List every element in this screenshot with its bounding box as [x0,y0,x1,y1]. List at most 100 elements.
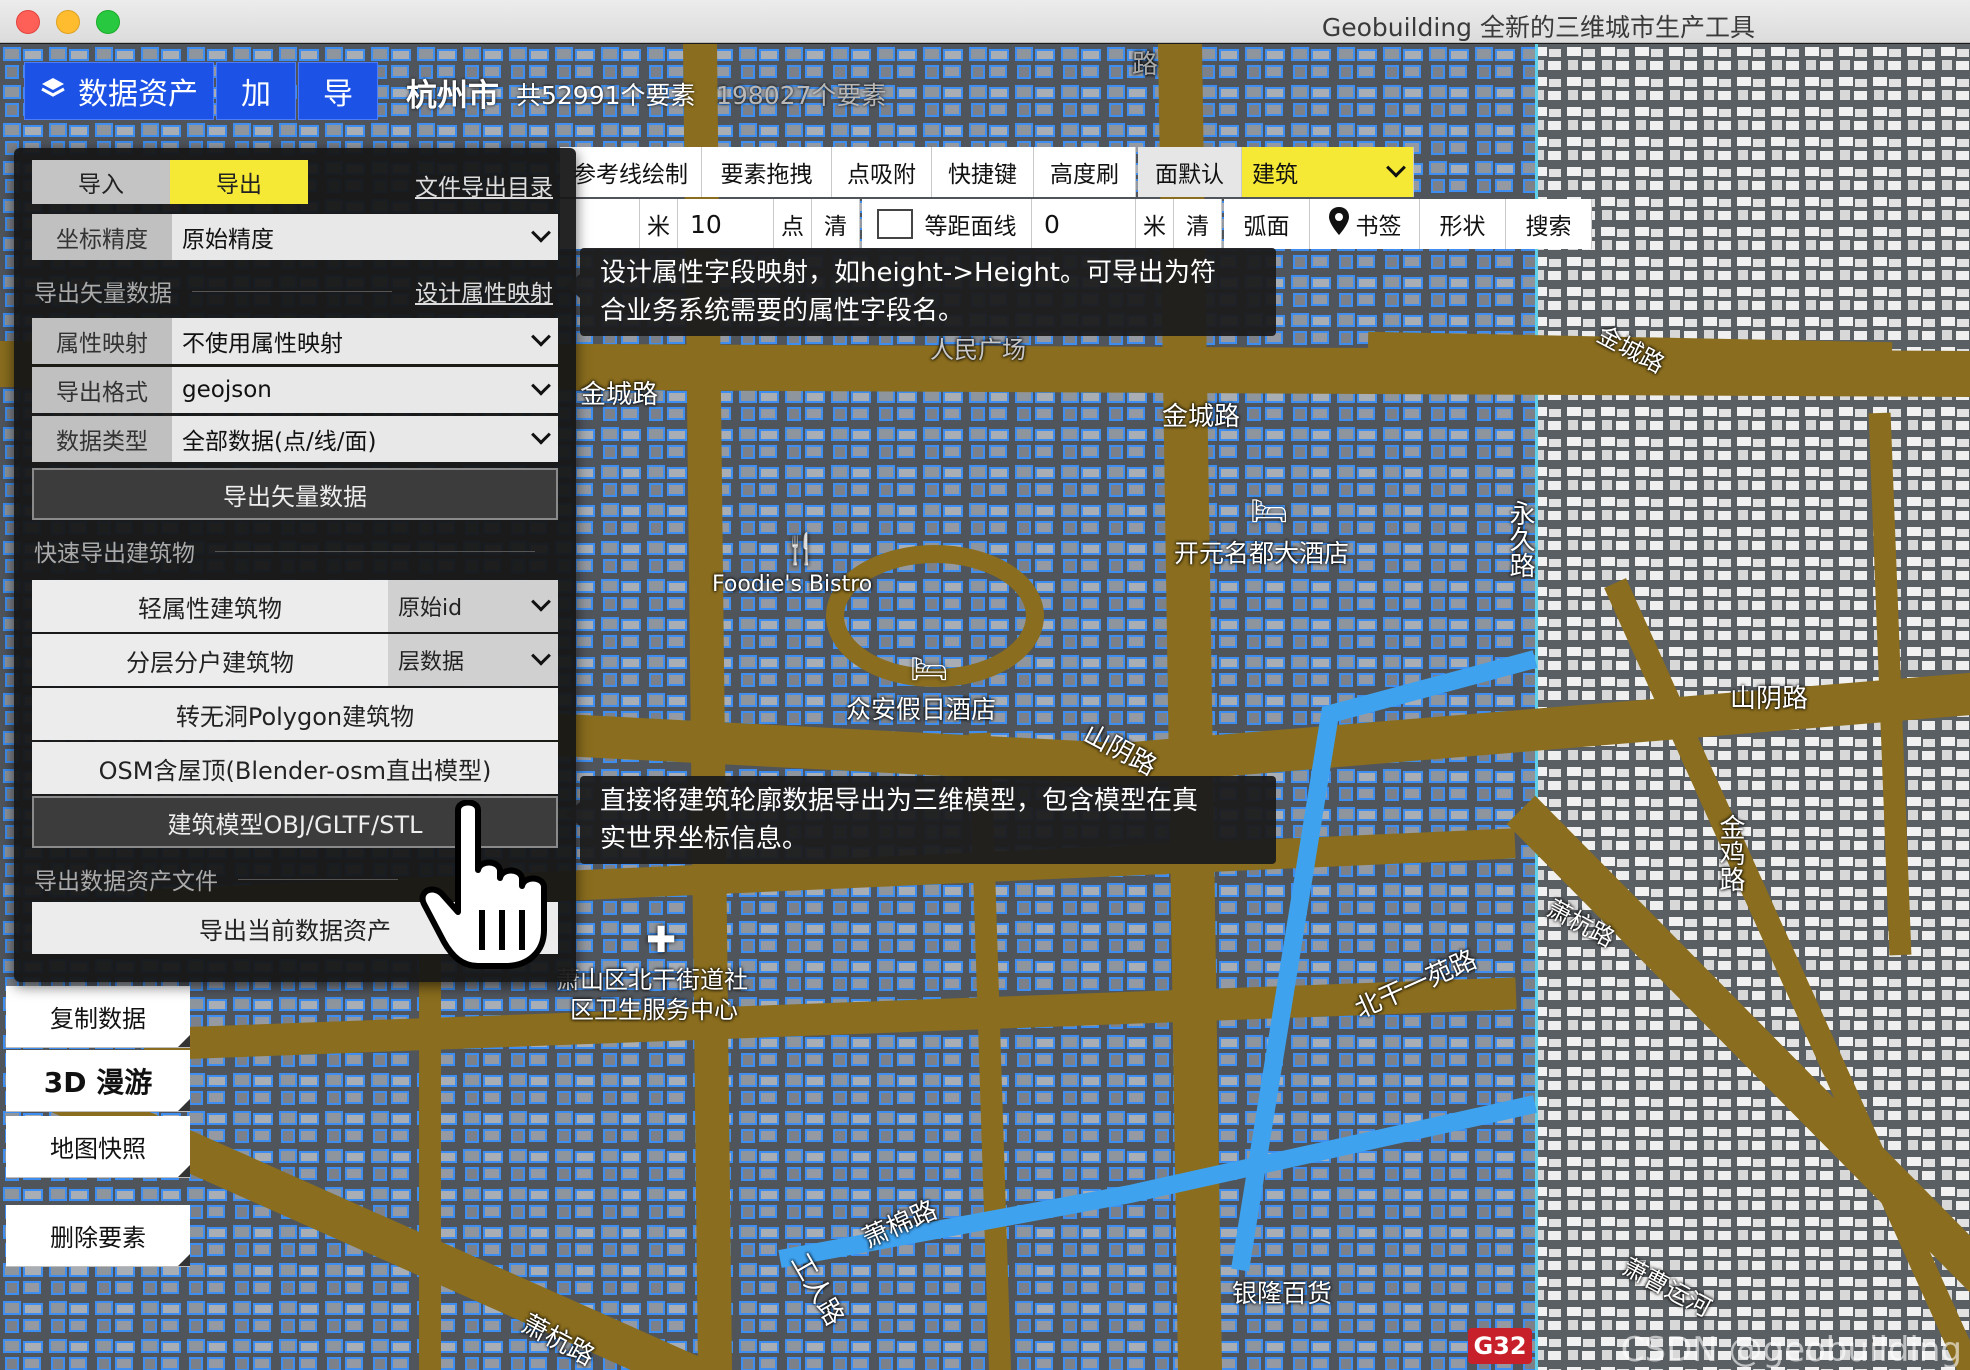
copy-data-button[interactable]: 复制数据 [6,986,190,1048]
section-divider [238,878,398,880]
tab-export[interactable]: 导出 [170,160,308,204]
layered-building-row: 分层分户建筑物 层数据 [32,634,558,686]
attr-mapping-row: 属性映射 不使用属性映射 [32,318,558,364]
map-label-shanyin-2: 山阴路 [1730,684,1809,714]
unit-meter-1: 米 [640,199,678,249]
light-building-select[interactable]: 原始id [388,580,558,632]
mapping-tooltip-line-2: 合业务系统需要的属性字段名。 [600,296,965,326]
chevron-down-icon [531,375,551,396]
quick-section-header: 快速导出建筑物 [34,534,535,568]
map-label-foodie: Foodie's Bistro [712,572,873,597]
clear-button-2[interactable]: 清 [1174,199,1222,249]
model-tooltip-line-2: 实世界坐标信息。 [600,824,809,854]
clear-button-1[interactable]: 清 [812,199,860,249]
chevron-down-icon [531,591,551,612]
feature-count: 共52991个要素 [516,81,696,110]
highway-shield-g32: G32 [1468,1328,1532,1364]
map-label-jinji: 金鸡路 [1715,814,1745,892]
nav-button[interactable]: 导 [298,62,378,120]
section-divider [192,290,392,292]
watermark: CSDN @geobuilding [1620,1330,1962,1370]
light-building-row: 轻属性建筑物 原始id [32,580,558,632]
asset-section-title: 导出数据资产文件 [34,869,218,895]
hotel-icon: 🛏 [1250,494,1289,529]
precision-row: 坐标精度 原始精度 [32,214,558,260]
file-export-dir-link[interactable]: 文件导出目录 [415,168,553,202]
chevron-down-icon [1386,157,1406,178]
data-type-value: 全部数据(点/线/面) [182,429,377,455]
layer-select[interactable]: 建筑 [1242,147,1414,197]
attr-mapping-select[interactable]: 不使用属性映射 [172,318,558,364]
precision-select[interactable]: 原始精度 [172,214,558,260]
light-building-option: 原始id [398,596,463,621]
mapping-tooltip-line-1: 设计属性字段映射，如height->Height。可导出为符 [600,258,1216,288]
city-name: 杭州市 [406,78,499,114]
export-vector-button[interactable]: 导出矢量数据 [32,468,558,520]
light-building-button[interactable]: 轻属性建筑物 [32,580,388,632]
data-type-label: 数据类型 [32,416,172,462]
title-bar: Geobuilding 全新的三维城市生产工具 [0,0,1970,43]
distance-input[interactable]: 10 [678,199,774,249]
format-label: 导出格式 [32,367,172,413]
map-label-jincheng-1: 金城路 [580,380,659,410]
layered-building-option: 层数据 [398,650,465,675]
attr-mapping-label: 属性映射 [32,318,172,364]
height-brush-tool[interactable]: 高度刷 [1034,147,1136,197]
contour-toggle[interactable]: 等距面线 [862,199,1032,249]
checkbox-icon[interactable] [876,209,913,239]
app-window: Geobuilding 全新的三维城市生产工具 金城路 金城路 金城路 人民广场… [0,0,1970,1370]
contour-input[interactable]: 0 [1032,199,1136,249]
reference-line-tool[interactable]: 参考线绘制 [560,147,702,197]
map-snapshot-button[interactable]: 地图快照 [6,1116,190,1178]
attr-mapping-value: 不使用属性映射 [182,331,343,357]
precision-label: 坐标精度 [32,214,172,260]
data-type-select[interactable]: 全部数据(点/线/面) [172,416,558,462]
shortcut-tool[interactable]: 快捷键 [932,147,1034,197]
layered-building-button[interactable]: 分层分户建筑物 [32,634,388,686]
face-default-tool[interactable]: 面默认 [1138,147,1242,197]
map-label-kaiyuan: 开元名都大酒店 [1174,539,1350,568]
layered-building-select[interactable]: 层数据 [388,634,558,686]
hotel-icon: 🛏 [910,652,949,687]
map-label-jincheng-2: 金城路 [1162,402,1241,432]
format-select[interactable]: geojson [172,367,558,413]
design-mapping-link[interactable]: 设计属性映射 [415,274,553,308]
data-assets-button[interactable]: 数据资产 [24,62,214,120]
tab-import[interactable]: 导入 [32,160,170,204]
section-divider [215,550,535,552]
chevron-down-icon [531,645,551,666]
point-snap-tool[interactable]: 点吸附 [832,147,932,197]
hospital-icon: ✚ [646,920,677,961]
quick-section-title: 快速导出建筑物 [34,541,195,567]
model-tooltip-line-1: 直接将建筑轮廓数据导出为三维模型，包含模型在真 [600,786,1199,816]
map-label-top: 路 [1132,50,1159,80]
asset-section-header: 导出数据资产文件 [34,862,398,896]
chevron-down-icon [531,326,551,347]
layer-select-value: 建筑 [1252,162,1298,188]
close-window-button[interactable] [16,10,40,34]
vector-section-header: 导出矢量数据 [34,274,392,308]
add-button[interactable]: 加 [216,62,296,120]
point-button[interactable]: 点 [774,199,812,249]
hand-cursor-icon [418,799,558,974]
data-assets-label: 数据资产 [78,77,198,112]
model-tooltip: 直接将建筑轮廓数据导出为三维模型，包含模型在真 实世界坐标信息。 [566,776,1276,864]
delete-feature-button[interactable]: 删除要素 [6,1205,190,1267]
nohole-polygon-button[interactable]: 转无洞Polygon建筑物 [32,688,558,740]
format-row: 导出格式 geojson [32,367,558,413]
chevron-down-icon [531,222,551,243]
map-pin-icon [1328,206,1350,242]
shape-button[interactable]: 形状 [1420,199,1506,249]
arc-face-button[interactable]: 弧面 [1224,199,1310,249]
maximize-window-button[interactable] [96,10,120,34]
bookmark-button[interactable]: 书签 [1310,199,1420,249]
search-button[interactable]: 搜索 [1506,199,1592,249]
feature-drag-tool[interactable]: 要素拖拽 [702,147,832,197]
restaurant-icon: 🍴 [782,532,820,567]
minimize-window-button[interactable] [56,10,80,34]
precision-value: 原始精度 [182,227,274,253]
3d-roam-button[interactable]: 3D 漫游 [6,1050,190,1112]
osm-roof-button[interactable]: OSM含屋顶(Blender-osm直出模型) [32,742,558,794]
feature-count-secondary: 198027个要素 [716,81,887,110]
unit-meter-2: 米 [1136,199,1174,249]
